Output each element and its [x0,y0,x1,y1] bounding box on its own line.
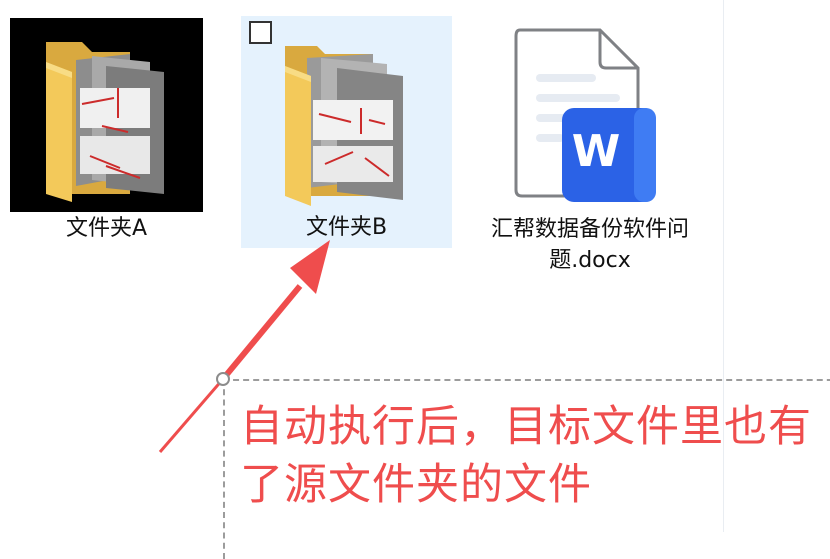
annotation-arrow [158,240,330,453]
